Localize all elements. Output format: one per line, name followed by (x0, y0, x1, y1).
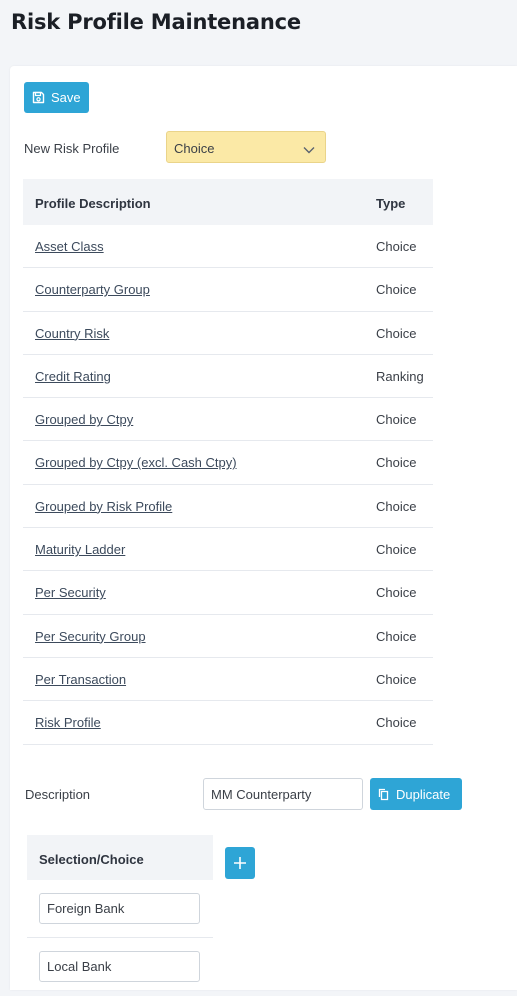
floppy-disk-icon (32, 91, 45, 104)
table-row: Grouped by Ctpy (excl. Cash Ctpy) Choice (23, 441, 433, 485)
new-risk-profile-value: Choice (174, 141, 215, 156)
profile-description-link[interactable]: Risk Profile (35, 715, 101, 730)
risk-profile-table: Profile Description Type Asset Class Choi… (23, 179, 433, 745)
table-row: Asset Class Choice (23, 225, 433, 269)
profile-description-link[interactable]: Country Risk (35, 326, 109, 341)
profile-type: Choice (376, 715, 417, 731)
duplicate-button[interactable]: Duplicate (370, 778, 462, 810)
main-panel: Save New Risk Profile Choice Profile Des… (10, 66, 517, 990)
table-row: Risk Profile Choice (23, 701, 433, 745)
selection-choice-table: Selection/Choice (27, 835, 213, 996)
description-input[interactable] (203, 778, 363, 810)
profile-type: Choice (376, 671, 417, 687)
selection-header: Selection/Choice (27, 835, 213, 880)
profile-description-link[interactable]: Grouped by Risk Profile (35, 499, 172, 514)
table-row: Country Risk Choice (23, 312, 433, 355)
profile-description-link[interactable]: Per Security (35, 585, 106, 600)
new-risk-profile-select[interactable]: Choice (166, 131, 326, 163)
table-row: Per Transaction Choice (23, 658, 433, 702)
selection-choice-input[interactable] (39, 893, 200, 924)
profile-type: Choice (376, 498, 417, 514)
table-row: Per Security Choice (23, 571, 433, 615)
table-row: Grouped by Ctpy Choice (23, 398, 433, 442)
table-header: Profile Description Type (23, 179, 433, 225)
profile-description-link[interactable]: Credit Rating (35, 369, 111, 384)
selection-choice-input[interactable] (39, 951, 200, 982)
table-row: Per Security Group Choice (23, 615, 433, 658)
profile-type: Choice (376, 455, 417, 471)
page-title: Risk Profile Maintenance (11, 10, 301, 34)
selection-row (27, 880, 213, 938)
chevron-down-icon (303, 142, 315, 157)
profile-type: Choice (376, 585, 417, 601)
description-label: Description (25, 787, 91, 802)
table-row: Credit Rating Ranking (23, 355, 433, 399)
profile-description-link[interactable]: Per Security Group (35, 629, 146, 644)
column-header-selection-choice: Selection/Choice (39, 852, 144, 867)
save-button[interactable]: Save (24, 82, 89, 113)
profile-description-link[interactable]: Per Transaction (35, 672, 126, 687)
table-row: Counterparty Group Choice (23, 268, 433, 312)
profile-description-link[interactable]: Maturity Ladder (35, 542, 125, 557)
profile-type: Choice (376, 628, 417, 644)
save-button-label: Save (51, 90, 81, 105)
add-choice-button[interactable] (225, 847, 255, 879)
duplicate-button-label: Duplicate (396, 786, 451, 802)
profile-type: Choice (376, 282, 417, 298)
column-header-profile-description[interactable]: Profile Description (35, 196, 151, 211)
profile-description-link[interactable]: Grouped by Ctpy (excl. Cash Ctpy) (35, 455, 237, 470)
profile-type: Ranking (376, 368, 424, 384)
table-row: Maturity Ladder Choice (23, 528, 433, 572)
table-row: Grouped by Risk Profile Choice (23, 485, 433, 529)
profile-description-link[interactable]: Asset Class (35, 239, 104, 254)
profile-type: Choice (376, 412, 417, 428)
profile-type: Choice (376, 542, 417, 558)
profile-description-link[interactable]: Grouped by Ctpy (35, 412, 133, 427)
new-risk-profile-label: New Risk Profile (24, 141, 120, 156)
selection-row (27, 938, 213, 996)
profile-type: Choice (376, 239, 417, 254)
column-header-type[interactable]: Type (376, 196, 405, 211)
copy-icon (378, 788, 390, 801)
profile-description-link[interactable]: Counterparty Group (35, 282, 150, 297)
profile-type: Choice (376, 325, 417, 341)
